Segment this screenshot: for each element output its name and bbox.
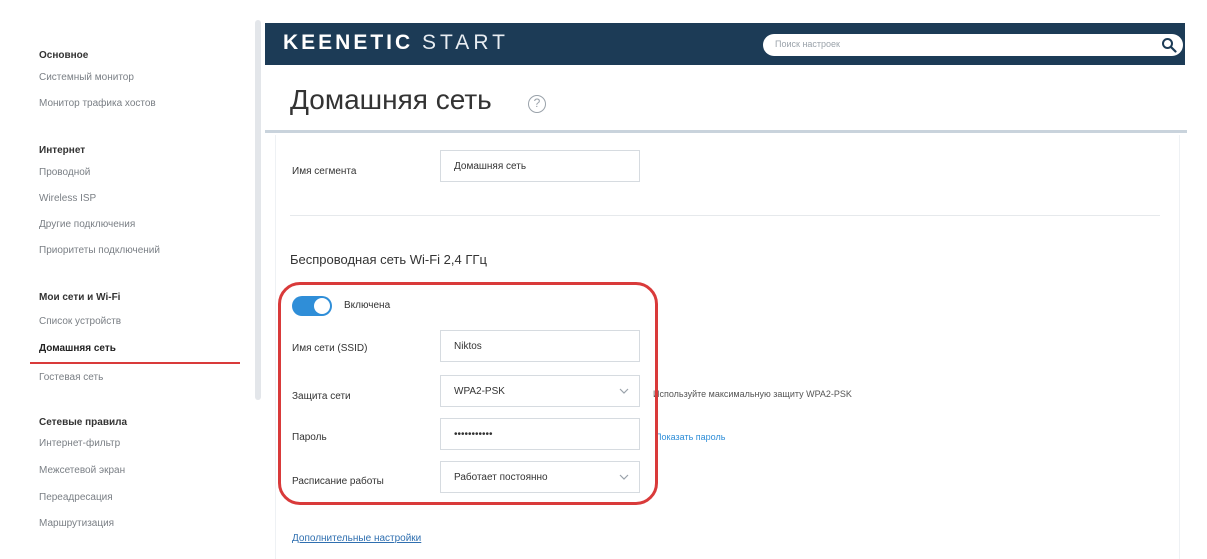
- search-icon[interactable]: [1161, 37, 1177, 53]
- sidebar-group-internet: Интернет: [39, 145, 86, 156]
- sidebar-item-host-traffic-monitor[interactable]: Монитор трафика хостов: [39, 98, 156, 109]
- wifi-section-title: Беспроводная сеть Wi-Fi 2,4 ГГц: [290, 252, 487, 267]
- top-header: KEENETIC START Поиск настроек: [265, 23, 1185, 65]
- keenetic-logo: KEENETIC START: [283, 31, 509, 55]
- section-divider: [290, 215, 1160, 216]
- sidebar-item-firewall[interactable]: Межсетевой экран: [39, 465, 125, 476]
- advanced-settings-link[interactable]: Дополнительные настройки: [292, 533, 421, 544]
- sidebar-item-system-monitor[interactable]: Системный монитор: [39, 72, 134, 83]
- sidebar-group-my-networks: Мои сети и Wi-Fi: [39, 292, 121, 303]
- segment-name-value: Домашняя сеть: [454, 161, 527, 172]
- show-password-link[interactable]: Показать пароль: [655, 432, 725, 442]
- logo-bold-text: KEENETIC: [283, 31, 414, 54]
- sidebar-item-wired[interactable]: Проводной: [39, 167, 90, 178]
- sidebar-scrollbar[interactable]: [255, 20, 261, 400]
- help-icon[interactable]: ?: [528, 95, 546, 113]
- sidebar-item-routing[interactable]: Маршрутизация: [39, 518, 114, 529]
- sidebar-item-internet-filter[interactable]: Интернет-фильтр: [39, 438, 120, 449]
- sidebar-group-network-rules: Сетевые правила: [39, 417, 128, 428]
- page-title: Домашняя сеть: [290, 84, 492, 115]
- title-divider: [265, 130, 1187, 133]
- sidebar-item-wireless-isp[interactable]: Wireless ISP: [39, 193, 96, 204]
- segment-name-field[interactable]: Домашняя сеть: [440, 150, 640, 182]
- sidebar-group-basic: Основное: [39, 50, 89, 61]
- sidebar-item-connection-priorities[interactable]: Приоритеты подключений: [39, 245, 160, 256]
- sidebar-item-other-connections[interactable]: Другие подключения: [39, 219, 135, 230]
- red-highlight-frame: [278, 282, 658, 505]
- sidebar-item-port-forwarding[interactable]: Переадресация: [39, 492, 113, 503]
- sidebar-item-guest-network[interactable]: Гостевая сеть: [39, 372, 103, 383]
- sidebar-item-home-network[interactable]: Домашняя сеть: [39, 343, 116, 354]
- sidebar-active-indicator: [30, 362, 240, 364]
- search-placeholder: Поиск настроек: [775, 39, 840, 49]
- segment-name-label: Имя сегмента: [292, 166, 357, 177]
- logo-thin-text: START: [422, 31, 509, 54]
- search-input[interactable]: Поиск настроек: [763, 34, 1183, 56]
- sidebar: Основное Системный монитор Монитор трафи…: [0, 0, 240, 559]
- sidebar-item-device-list[interactable]: Список устройств: [39, 316, 121, 327]
- security-hint: Используйте максимальную защиту WPA2-PSK: [653, 389, 852, 399]
